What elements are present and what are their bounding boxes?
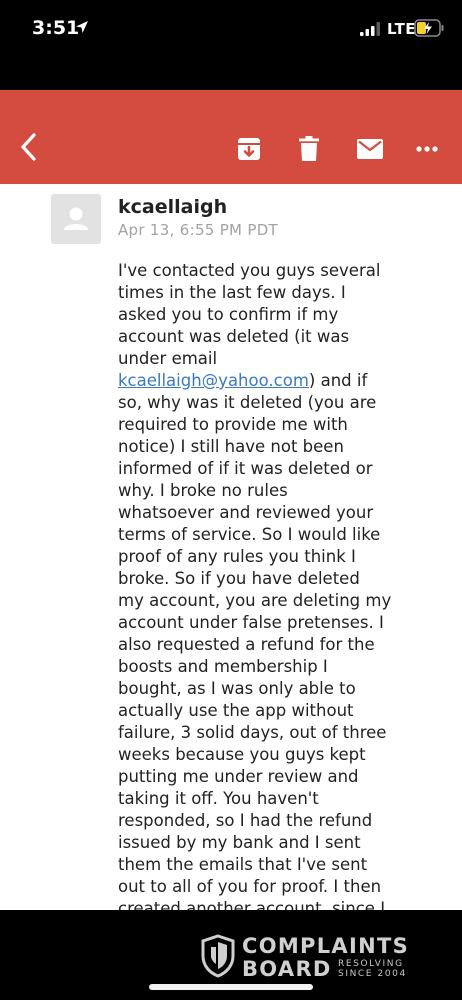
watermark-line1: COMPLAINTS [242, 934, 410, 958]
watermark-line2: BOARD [242, 957, 332, 981]
sender-name: kcaellaigh [118, 196, 228, 218]
home-indicator[interactable] [149, 984, 313, 990]
mark-unread-button[interactable] [350, 132, 390, 166]
body-line: under email [118, 349, 218, 368]
body-line: also requested a refund for the [118, 635, 375, 654]
trash-icon [299, 136, 319, 161]
body-line: times in the last few days. I [118, 283, 346, 302]
body-line: I've contacted you guys several [118, 261, 381, 280]
network-type: LTE [387, 20, 417, 38]
body-line: informed of if it was deleted or [118, 459, 373, 478]
more-icon [416, 146, 438, 152]
body-line: them the emails that I've sent [118, 855, 368, 874]
body-line: failure, 3 solid days, out of three [118, 723, 387, 742]
message-body: I've contacted you guys several times in… [118, 260, 418, 910]
body-line: out to all of you for proof. I then [118, 877, 382, 896]
body-line: asked you to confirm if my [118, 305, 339, 324]
location-arrow-icon [76, 21, 88, 33]
message-date: Apr 13, 6:55 PM PDT [118, 221, 279, 239]
body-line: why. I broke no rules [118, 481, 288, 500]
status-time: 3:51 [32, 17, 80, 39]
body-line: required to provide me with [118, 415, 348, 434]
cellular-signal-icon [360, 22, 380, 36]
user-icon [64, 207, 88, 230]
body-line: created another account, since I [118, 899, 386, 910]
body-line: so, why was it deleted (you are [118, 393, 377, 412]
archive-button[interactable] [232, 132, 266, 166]
body-line: terms of service. So I would like [118, 525, 381, 544]
watermark-tag1: RESOLVING [338, 959, 404, 969]
body-line: proof of any rules you think I [118, 547, 356, 566]
body-line-with-link: kcaellaigh@yahoo.com) and if [118, 370, 418, 392]
mail-icon [357, 139, 383, 159]
watermark-logo: COMPLAINTS BOARD RESOLVING SINCE 2004 [200, 934, 440, 984]
back-button[interactable] [12, 130, 44, 164]
body-line: broke. So if you have deleted [118, 569, 360, 588]
bottom-area: COMPLAINTS BOARD RESOLVING SINCE 2004 [0, 910, 462, 1000]
body-line: actually use the app without [118, 701, 354, 720]
email-link[interactable]: kcaellaigh@yahoo.com [118, 371, 309, 390]
body-line: responded, so I had the refund [118, 811, 373, 830]
body-line: my account, you are deleting my [118, 591, 392, 610]
status-bar: 3:51 LTE [0, 0, 462, 60]
shield-logo-icon [201, 934, 235, 978]
message-view[interactable]: kcaellaigh Apr 13, 6:55 PM PDT I've cont… [0, 184, 462, 910]
body-line: putting me under review and [118, 767, 359, 786]
body-line: bought, as I was only able to [118, 679, 356, 698]
more-button[interactable] [410, 132, 444, 166]
body-line: notice) I still have not been [118, 437, 344, 456]
battery-charging-icon [414, 19, 444, 37]
body-line: weeks because you guys kept [118, 745, 366, 764]
avatar [51, 194, 101, 244]
body-line: taking it off. You haven't [118, 789, 319, 808]
delete-button[interactable] [292, 132, 326, 166]
body-line: account under false pretenses. I [118, 613, 384, 632]
body-line-suffix: ) and if [308, 371, 368, 390]
body-line: boosts and membership I [118, 657, 328, 676]
watermark-tag2: SINCE 2004 [338, 969, 407, 979]
archive-icon [238, 138, 260, 160]
mail-toolbar [0, 90, 462, 184]
body-line: whatsoever and reviewed your [118, 503, 374, 522]
body-line: account was deleted (it was [118, 327, 350, 346]
back-icon [21, 133, 36, 161]
body-line: issued by my bank and I sent [118, 833, 361, 852]
